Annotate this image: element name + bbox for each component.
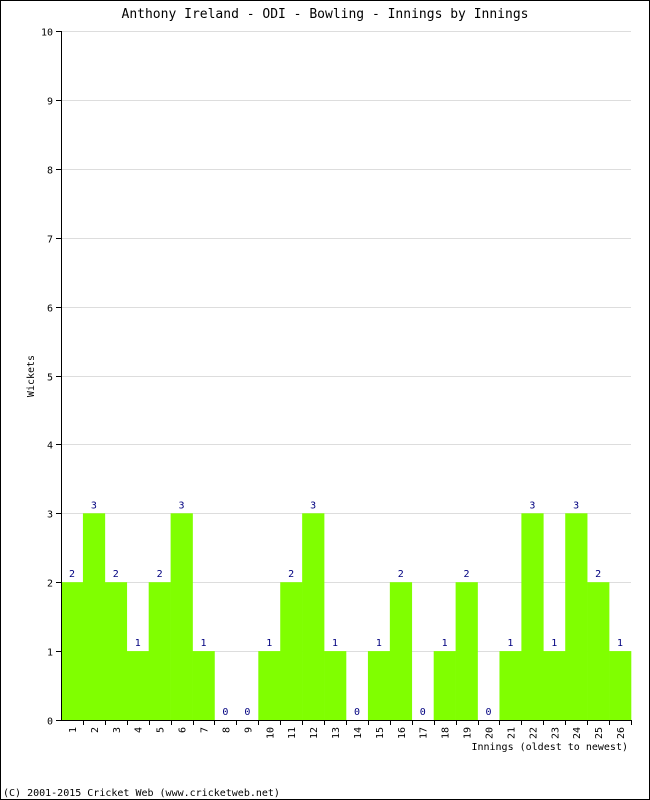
bar [587, 582, 610, 720]
x-tick-label: 26 [616, 727, 627, 739]
x-tick-label: 12 [309, 727, 320, 739]
x-tick-label: 13 [331, 727, 342, 739]
data-label: 3 [179, 500, 185, 511]
bar [521, 513, 544, 720]
x-tick-label: 15 [375, 727, 386, 739]
y-tick-label: 0 [47, 717, 53, 728]
data-label: 0 [222, 707, 228, 718]
data-label: 3 [573, 500, 579, 511]
x-tick-label: 17 [419, 727, 430, 739]
bar [61, 582, 84, 720]
y-tick-label: 8 [47, 166, 53, 177]
data-label: 3 [310, 500, 316, 511]
data-label: 2 [157, 569, 163, 580]
copyright-footer: (C) 2001-2015 Cricket Web (www.cricketwe… [3, 788, 280, 799]
bar [389, 582, 413, 720]
x-tick-label: 25 [594, 727, 605, 739]
bar [543, 651, 566, 720]
data-label: 2 [288, 569, 294, 580]
data-label: 1 [551, 638, 557, 649]
x-tick-label: 3 [112, 727, 123, 733]
x-axis-label: Innings (oldest to newest) [471, 742, 628, 753]
y-axis-label: Wickets [26, 355, 37, 397]
bar [324, 651, 347, 720]
x-tick-label: 16 [397, 727, 408, 739]
data-label: 0 [485, 707, 491, 718]
bar [192, 651, 215, 720]
data-label: 1 [376, 638, 382, 649]
bar [104, 582, 128, 720]
bar [126, 651, 149, 720]
y-tick-label: 7 [47, 235, 53, 246]
bar [302, 513, 325, 720]
x-tick-label: 1 [68, 727, 79, 733]
data-label: 3 [529, 500, 535, 511]
bar [433, 651, 456, 720]
bar [82, 513, 106, 720]
x-tick-label: 20 [485, 727, 496, 739]
y-tick-label: 6 [47, 304, 53, 315]
data-label: 2 [113, 569, 119, 580]
bar [367, 651, 391, 720]
bar [455, 582, 478, 720]
data-label: 2 [595, 569, 601, 580]
y-tick-label: 1 [47, 648, 53, 659]
x-tick-label: 10 [265, 727, 276, 739]
x-tick-label: 6 [178, 727, 189, 733]
x-tick-label: 7 [200, 727, 211, 733]
data-label: 1 [442, 638, 448, 649]
y-tick-label: 4 [47, 441, 53, 452]
data-label: 2 [464, 569, 470, 580]
bar [148, 582, 171, 720]
x-tick-label: 11 [287, 727, 298, 739]
bar [170, 513, 193, 720]
data-label: 1 [617, 638, 623, 649]
x-tick-label: 22 [528, 727, 539, 739]
x-tick-label: 24 [572, 727, 583, 739]
bar [280, 582, 303, 720]
bar [565, 513, 588, 720]
x-tick-label: 9 [243, 727, 254, 733]
x-tick-label: 14 [353, 727, 364, 739]
x-tick-label: 23 [550, 727, 561, 739]
data-label: 0 [354, 707, 360, 718]
x-tick-label: 21 [506, 727, 517, 739]
y-tick-label: 3 [47, 510, 53, 521]
bar [609, 651, 632, 720]
data-label: 0 [244, 707, 250, 718]
y-tick-label: 2 [47, 579, 53, 590]
data-label: 1 [200, 638, 206, 649]
chart-title: Anthony Ireland - ODI - Bowling - Inning… [122, 7, 529, 22]
bowling-chart: Anthony Ireland - ODI - Bowling - Inning… [3, 7, 632, 799]
data-label: 1 [266, 638, 272, 649]
data-label: 0 [420, 707, 426, 718]
data-label: 1 [135, 638, 141, 649]
x-tick-label: 2 [90, 727, 101, 733]
x-tick-label: 4 [134, 727, 145, 733]
y-tick-label: 10 [41, 28, 53, 39]
data-label: 1 [332, 638, 338, 649]
data-label: 1 [507, 638, 513, 649]
x-tick-label: 5 [156, 727, 167, 733]
data-label: 2 [69, 569, 75, 580]
x-tick-label: 19 [463, 727, 474, 739]
x-tick-label: 8 [221, 727, 232, 733]
bar [499, 651, 522, 720]
bar [258, 651, 281, 720]
data-label: 3 [91, 500, 97, 511]
data-label: 2 [398, 569, 404, 580]
y-tick-label: 9 [47, 97, 53, 108]
x-tick-label: 18 [441, 727, 452, 739]
y-tick-label: 5 [47, 373, 53, 384]
